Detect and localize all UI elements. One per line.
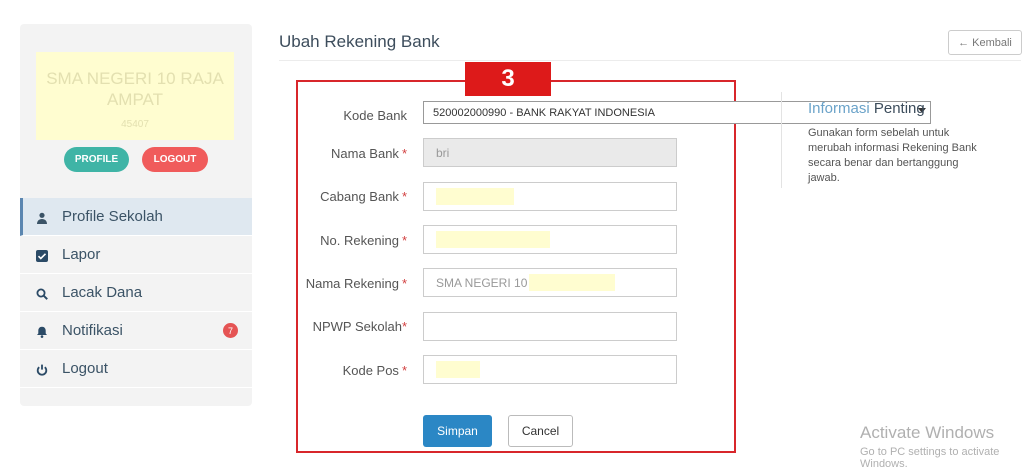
- kode-bank-value: 520002000990 - BANK RAKYAT INDONESIA: [433, 106, 655, 119]
- sidebar-item-label: Notifikasi: [62, 322, 123, 339]
- required-marker: *: [401, 363, 407, 378]
- info-title-b: Penting: [873, 100, 925, 117]
- no-rekening-field[interactable]: [423, 225, 677, 254]
- checkbox-icon: [36, 249, 48, 262]
- npwp-label: NPWP Sekolah*: [313, 319, 407, 334]
- title-divider: [279, 60, 1021, 61]
- no-rekening-label-text: No. Rekening: [320, 233, 399, 248]
- logout-button[interactable]: LOGOUT: [142, 147, 208, 172]
- required-marker: *: [401, 319, 407, 334]
- school-name-card: SMA NEGERI 10 RAJA AMPAT 45407: [36, 52, 234, 140]
- sidebar-item-lapor[interactable]: Lapor: [20, 236, 252, 274]
- required-marker: *: [401, 233, 407, 248]
- back-button[interactable]: ← Kembali: [948, 30, 1022, 55]
- redacted-value: [436, 231, 550, 248]
- redacted-value: [436, 188, 514, 205]
- cancel-button[interactable]: Cancel: [508, 415, 573, 447]
- kode-bank-label-text: Kode Bank: [343, 108, 407, 123]
- nama-rekening-label-text: Nama Rekening: [305, 276, 399, 291]
- sidebar-item-label: Profile Sekolah: [62, 208, 163, 225]
- required-marker: *: [401, 189, 407, 204]
- nama-rekening-label: Nama Rekening *: [306, 276, 407, 291]
- watermark-line-1: Activate Windows: [860, 423, 995, 442]
- info-title: Informasi Penting: [808, 100, 925, 117]
- info-body: Gunakan form sebelah untuk merubah infor…: [808, 127, 977, 184]
- sidebar-item-notifikasi[interactable]: Notifikasi 7: [20, 312, 252, 350]
- cabang-bank-label-text: Cabang Bank: [320, 189, 399, 204]
- sidebar-item-label: Lacak Dana: [62, 284, 143, 301]
- info-title-a: Informasi: [808, 100, 870, 117]
- search-icon: [36, 287, 48, 300]
- watermark-line-2: Go to PC settings to activate Windows.: [860, 446, 1000, 470]
- bell-icon: [36, 325, 48, 338]
- highlight-frame: [296, 80, 736, 453]
- sidebar-menu: Profile Sekolah Lapor Lacak Dana Notifik…: [20, 198, 252, 388]
- sidebar-item-lacak-dana[interactable]: Lacak Dana: [20, 274, 252, 312]
- activate-windows-watermark: Activate Windows Go to PC settings to ac…: [860, 423, 1024, 470]
- nama-rekening-value: SMA NEGERI 10: [436, 275, 528, 290]
- cabang-bank-label: Cabang Bank *: [320, 189, 407, 204]
- kode-pos-field[interactable]: [423, 355, 677, 384]
- save-button[interactable]: Simpan: [423, 415, 492, 447]
- page-title: Ubah Rekening Bank: [279, 32, 440, 51]
- redacted-value: [436, 361, 480, 378]
- kode-bank-label: Kode Bank: [343, 108, 407, 123]
- kode-pos-label: Kode Pos *: [343, 363, 407, 378]
- nama-rekening-field[interactable]: SMA NEGERI 10: [423, 268, 677, 297]
- sidebar-item-label: Lapor: [62, 246, 101, 263]
- sidebar-item-logout[interactable]: Logout: [20, 350, 252, 388]
- npwp-label-text: NPWP Sekolah: [312, 319, 402, 334]
- info-divider: [781, 92, 782, 188]
- power-icon: [36, 363, 48, 376]
- sidebar-item-label: Logout: [62, 360, 108, 377]
- nama-bank-label: Nama Bank *: [331, 146, 407, 161]
- arrow-left-icon: ←: [958, 36, 970, 49]
- redacted-value: [529, 274, 616, 291]
- profile-button[interactable]: PROFILE: [64, 147, 129, 172]
- user-icon: [36, 211, 48, 224]
- required-marker: *: [401, 276, 407, 291]
- school-npsn: 45407: [121, 119, 149, 130]
- notification-count-badge: 7: [223, 323, 238, 338]
- nama-bank-value: bri: [436, 145, 450, 160]
- npwp-field[interactable]: [423, 312, 677, 341]
- sidebar-item-profile-sekolah[interactable]: Profile Sekolah: [20, 198, 252, 236]
- school-name: SMA NEGERI 10 RAJA AMPAT: [46, 69, 224, 109]
- no-rekening-label: No. Rekening *: [320, 233, 407, 248]
- nama-bank-label-text: Nama Bank: [331, 146, 399, 161]
- back-button-label: Kembali: [972, 36, 1012, 49]
- kode-pos-label-text: Kode Pos: [342, 363, 399, 378]
- cabang-bank-field[interactable]: [423, 182, 677, 211]
- nama-bank-field: bri: [423, 138, 677, 167]
- required-marker: *: [401, 146, 407, 161]
- step-number-badge: 3: [465, 62, 551, 96]
